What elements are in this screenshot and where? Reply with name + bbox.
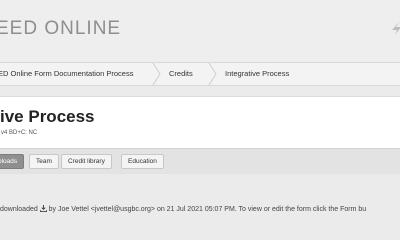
download-notice: downloaded by Joe Vettel <jvettel@usgbc.… xyxy=(0,205,400,213)
breadcrumb-item-current: Integrative Process xyxy=(225,69,290,78)
menu-corner-icon[interactable] xyxy=(390,20,400,36)
breadcrumb-separator-icon xyxy=(152,63,161,85)
breadcrumb: ED Online Form Documentation Process Cre… xyxy=(0,62,400,86)
credit-panel: ive Process v4 BD+C: NC ploads Team Cred… xyxy=(0,96,400,174)
brand-logo-text[interactable]: EED ONLINE xyxy=(0,18,121,40)
breadcrumb-item-credits[interactable]: Credits xyxy=(169,63,193,85)
tab-team[interactable]: Team xyxy=(29,154,59,169)
notice-prefix: downloaded xyxy=(0,206,38,213)
page-title: ive Process xyxy=(0,107,95,126)
breadcrumb-item-process[interactable]: ED Online Form Documentation Process xyxy=(0,63,133,85)
download-icon xyxy=(39,205,47,212)
tab-credit-library[interactable]: Credit library xyxy=(61,154,112,169)
tab-bar: ploads Team Credit library Education xyxy=(0,148,400,174)
tab-uploads[interactable]: ploads xyxy=(0,154,25,169)
tab-education[interactable]: Education xyxy=(121,154,164,169)
notice-text: by Joe Vettel <jvettel@usgbc.org> on 21 … xyxy=(46,206,367,213)
breadcrumb-separator-icon xyxy=(208,63,217,85)
rating-system-label: v4 BD+C: NC xyxy=(1,130,38,136)
top-header: EED ONLINE xyxy=(0,0,400,62)
